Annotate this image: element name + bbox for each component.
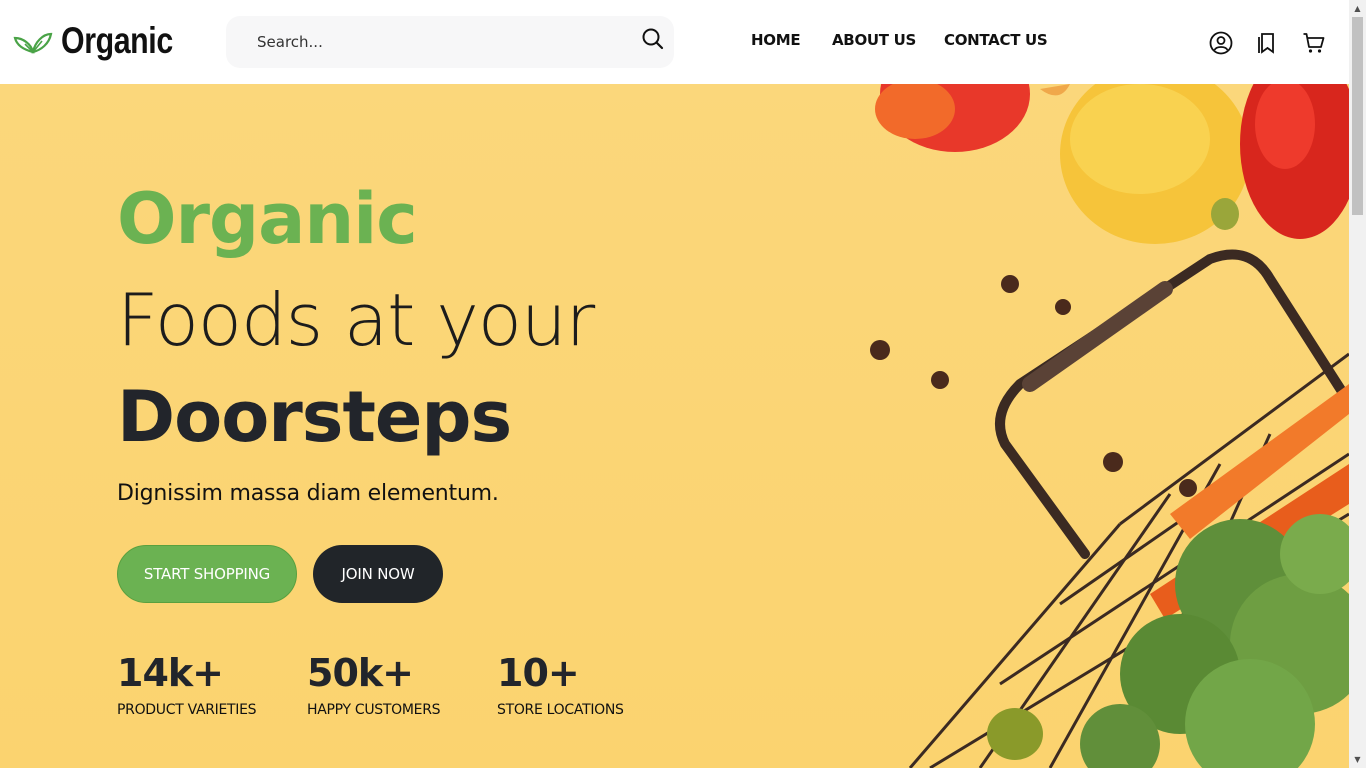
brand-logo[interactable]: Organic xyxy=(13,22,197,59)
nav-home[interactable]: HOME xyxy=(751,31,801,49)
scroll-down-icon[interactable]: ▼ xyxy=(1349,751,1366,768)
stat-label: STORE LOCATIONS xyxy=(497,702,624,718)
scroll-up-icon[interactable]: ▲ xyxy=(1349,0,1366,17)
bookmark-icon[interactable] xyxy=(1254,30,1280,56)
hero-title-foods: Foods at your xyxy=(117,278,595,362)
search-icon[interactable] xyxy=(640,26,666,52)
cart-icon[interactable] xyxy=(1301,30,1327,56)
hero-produce-image xyxy=(870,84,1349,768)
leaf-logo-icon xyxy=(13,32,53,54)
search-bar xyxy=(226,16,674,68)
hero-subtitle: Dignissim massa diam elementum. xyxy=(117,481,499,506)
site-header: Organic HOME ABOUT US CONTACT US xyxy=(0,0,1349,84)
start-shopping-button[interactable]: START SHOPPING xyxy=(117,545,297,603)
stat-value: 14k+ xyxy=(117,651,224,695)
join-now-button[interactable]: JOIN NOW xyxy=(313,545,443,603)
search-input[interactable] xyxy=(257,33,617,51)
hero-title-doorsteps: Doorsteps xyxy=(117,376,512,458)
brand-name: Organic xyxy=(61,20,173,61)
stat-store-locations: 10+ STORE LOCATIONS xyxy=(497,654,624,718)
nav-about-us[interactable]: ABOUT US xyxy=(832,31,916,49)
stat-label: HAPPY CUSTOMERS xyxy=(307,702,441,718)
stat-happy-customers: 50k+ HAPPY CUSTOMERS xyxy=(307,651,441,718)
hero-section: Organic Foods at your Doorsteps Dignissi… xyxy=(0,84,1349,768)
scrollbar-thumb[interactable] xyxy=(1352,17,1363,215)
hero-title-organic: Organic xyxy=(117,178,418,260)
nav-contact-us[interactable]: CONTACT US xyxy=(944,31,1048,49)
user-icon[interactable] xyxy=(1208,30,1234,56)
stat-value: 10+ xyxy=(497,651,580,695)
stat-product-varieties: 14k+ PRODUCT VARIETIES xyxy=(117,651,257,718)
page-scrollbar[interactable]: ▲ ▼ xyxy=(1349,0,1366,768)
stat-label: PRODUCT VARIETIES xyxy=(117,702,257,718)
stat-value: 50k+ xyxy=(307,651,414,695)
